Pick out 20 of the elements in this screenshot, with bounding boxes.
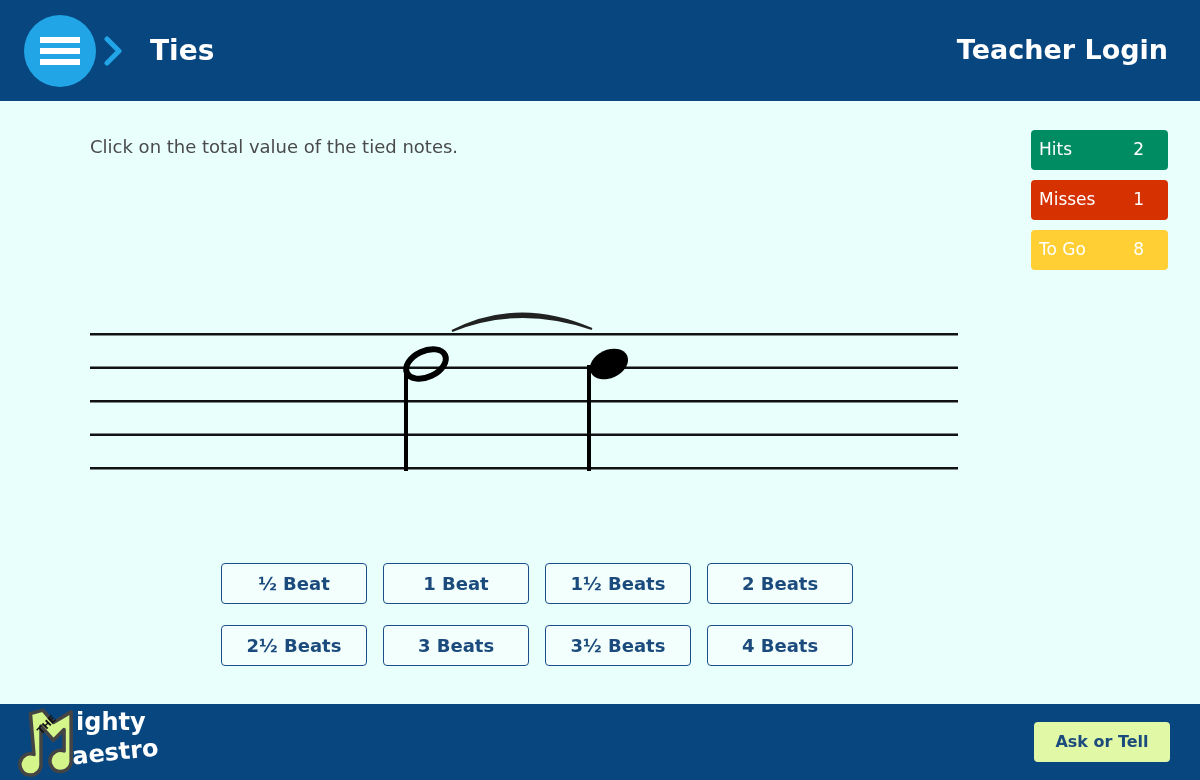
score-label: Misses: [1039, 188, 1096, 212]
answer-button[interactable]: ½ Beat: [221, 563, 367, 604]
score-label: Hits: [1039, 138, 1073, 162]
answer-button[interactable]: 2½ Beats: [221, 625, 367, 666]
answer-button[interactable]: 3 Beats: [383, 625, 529, 666]
page-title: Ties: [150, 32, 215, 69]
answer-button[interactable]: 4 Beats: [707, 625, 853, 666]
answer-button[interactable]: 2 Beats: [707, 563, 853, 604]
instruction-text: Click on the total value of the tied notes.: [90, 135, 460, 159]
menu-icon: [40, 36, 80, 65]
score-value: 1: [1133, 188, 1144, 212]
chevron-right-icon: [104, 35, 122, 66]
answer-button[interactable]: 1½ Beats: [545, 563, 691, 604]
ask-or-tell-button[interactable]: Ask or Tell: [1034, 722, 1170, 762]
score-value: 8: [1133, 238, 1144, 262]
score-label: To Go: [1039, 238, 1086, 262]
answer-button[interactable]: 1 Beat: [383, 563, 529, 604]
teacher-login-link[interactable]: Teacher Login: [956, 30, 1168, 71]
score-value: 2: [1133, 138, 1144, 162]
answer-button[interactable]: 3½ Beats: [545, 625, 691, 666]
